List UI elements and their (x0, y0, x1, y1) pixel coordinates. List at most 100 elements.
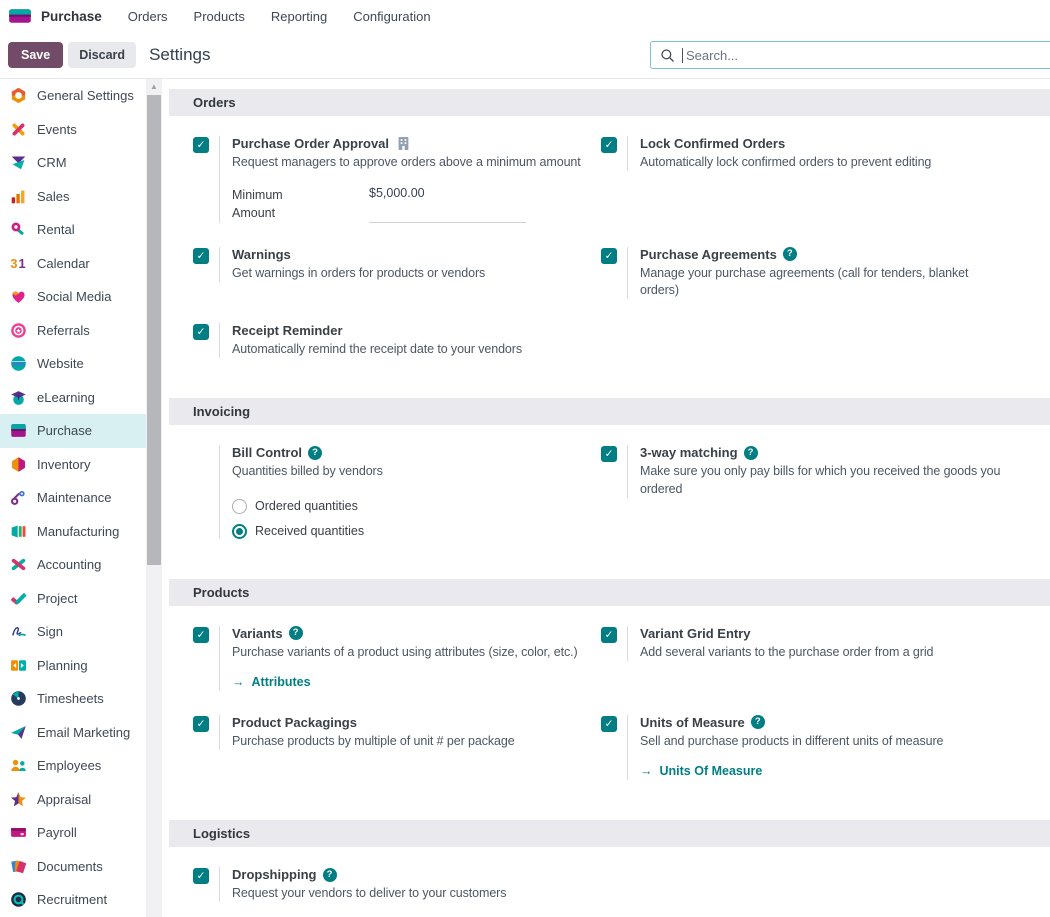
sidebar-item-planning[interactable]: Planning (0, 649, 146, 683)
sidebar-scrollbar[interactable]: ▲ (146, 79, 162, 917)
sidebar-item-events[interactable]: Events (0, 113, 146, 147)
attributes-link[interactable]: → Attributes (232, 675, 311, 689)
sidebar-item-email-marketing[interactable]: Email Marketing (0, 716, 146, 750)
minimum-amount-label: Minimum Amount (232, 186, 312, 222)
sales-icon (10, 188, 27, 205)
checkbox-units-of-measure[interactable]: ✓ (601, 716, 617, 732)
email-marketing-icon (10, 724, 27, 741)
sidebar-item-sign[interactable]: Sign (0, 615, 146, 649)
control-bar: Save Discard Settings Search... (0, 32, 1050, 78)
sidebar-item-maintenance[interactable]: Maintenance (0, 481, 146, 515)
elearning-icon (10, 389, 27, 406)
sidebar-item-social-media[interactable]: Social Media (0, 280, 146, 314)
sidebar-item-website[interactable]: Website (0, 347, 146, 381)
sidebar-item-label: Employees (37, 758, 101, 773)
setting-title: Lock Confirmed Orders (640, 136, 785, 151)
appraisal-icon (10, 791, 27, 808)
checkbox-3-way-matching[interactable]: ✓ (601, 446, 617, 462)
radio-label: Ordered quantities (255, 499, 358, 513)
sidebar-item-recruitment[interactable]: Recruitment (0, 883, 146, 917)
sidebar-item-general-settings[interactable]: General Settings (0, 79, 146, 113)
sidebar-item-label: Sales (37, 189, 70, 204)
checkbox-variant-grid-entry[interactable]: ✓ (601, 627, 617, 643)
sidebar-item-rental[interactable]: Rental (0, 213, 146, 247)
setting-desc: Automatically lock confirmed orders to p… (640, 154, 1032, 171)
radio-button-icon[interactable] (232, 524, 247, 539)
scrollbar-thumb[interactable] (147, 95, 161, 565)
sidebar-item-project[interactable]: Project (0, 582, 146, 616)
minimum-amount-input[interactable]: $5,000.00 (369, 186, 526, 222)
section-header-orders: Orders (169, 89, 1050, 116)
sidebar-item-label: Purchase (37, 423, 92, 438)
rental-icon (10, 221, 27, 238)
menu-reporting[interactable]: Reporting (271, 9, 327, 24)
checkbox-purchase-order-approval[interactable]: ✓ (193, 137, 209, 153)
sidebar-item-label: Inventory (37, 457, 90, 472)
website-icon (10, 355, 27, 372)
text-caret (682, 48, 683, 63)
documents-icon (10, 858, 27, 875)
setting-product-packagings: ✓ Product Packagings Purchase products b… (193, 715, 601, 780)
setting-dropshipping: ✓ Dropshipping ? Request your vendors to… (193, 867, 601, 902)
sidebar-item-employees[interactable]: Employees (0, 749, 146, 783)
payroll-icon (10, 824, 27, 841)
search-input[interactable]: Search... (650, 41, 1050, 69)
sidebar-item-label: Recruitment (37, 892, 107, 907)
checkbox-receipt-reminder[interactable]: ✓ (193, 324, 209, 340)
social-media-icon (10, 288, 27, 305)
sidebar-item-label: Events (37, 122, 77, 137)
sidebar-item-referrals[interactable]: Referrals (0, 314, 146, 348)
checkbox-warnings[interactable]: ✓ (193, 248, 209, 264)
radio-received-quantities[interactable]: Received quantities (232, 524, 583, 539)
setting-receipt-reminder: ✓ Receipt Reminder Automatically remind … (193, 323, 601, 358)
crm-icon (10, 154, 27, 171)
radio-ordered-quantities[interactable]: Ordered quantities (232, 499, 583, 514)
setting-desc: Make sure you only pay bills for which y… (640, 463, 1025, 498)
scroll-up-icon[interactable]: ▲ (146, 79, 162, 94)
setting-units-of-measure: ✓ Units of Measure ? Sell and purchase p… (601, 715, 1050, 780)
section-header-products: Products (169, 579, 1050, 606)
sidebar-item-label: eLearning (37, 390, 95, 405)
inventory-icon (10, 456, 27, 473)
setting-title: Variant Grid Entry (640, 626, 751, 641)
sidebar-item-purchase[interactable]: Purchase (0, 414, 146, 448)
sidebar-item-label: CRM (37, 155, 67, 170)
radio-label: Received quantities (255, 524, 364, 538)
sidebar-item-documents[interactable]: Documents (0, 850, 146, 884)
checkbox-variants[interactable]: ✓ (193, 627, 209, 643)
setting-desc: Sell and purchase products in different … (640, 733, 1032, 750)
setting-title: Warnings (232, 247, 291, 262)
app-name: Purchase (41, 9, 102, 24)
units-of-measure-link[interactable]: → Units Of Measure (640, 764, 762, 778)
radio-button-icon[interactable] (232, 499, 247, 514)
checkbox-lock-confirmed-orders[interactable]: ✓ (601, 137, 617, 153)
sidebar-item-label: Referrals (37, 323, 90, 338)
menu-products[interactable]: Products (194, 9, 245, 24)
checkbox-purchase-agreements[interactable]: ✓ (601, 248, 617, 264)
save-button[interactable]: Save (8, 42, 63, 68)
setting-desc: Manage your purchase agreements (call fo… (640, 265, 1002, 300)
setting-desc: Quantities billed by vendors (232, 463, 583, 480)
discard-button[interactable]: Discard (68, 42, 136, 68)
sidebar-item-crm[interactable]: CRM (0, 146, 146, 180)
orders-settings: ✓ Purchase Order Approval Request manage… (169, 136, 1050, 358)
sidebar-item-inventory[interactable]: Inventory (0, 448, 146, 482)
top-nav: Purchase Orders Products Reporting Confi… (0, 0, 1050, 32)
checkbox-dropshipping[interactable]: ✓ (193, 868, 209, 884)
recruitment-icon (10, 891, 27, 908)
invoicing-settings: Bill Control ? Quantities billed by vend… (169, 445, 1050, 538)
checkbox-product-packagings[interactable]: ✓ (193, 716, 209, 732)
sidebar-item-manufacturing[interactable]: Manufacturing (0, 515, 146, 549)
products-settings: ✓ Variants ? Purchase variants of a prod… (169, 626, 1050, 781)
menu-orders[interactable]: Orders (128, 9, 168, 24)
sidebar-item-payroll[interactable]: Payroll (0, 816, 146, 850)
sidebar-item-appraisal[interactable]: Appraisal (0, 783, 146, 817)
sidebar-item-timesheets[interactable]: Timesheets (0, 682, 146, 716)
menu-configuration[interactable]: Configuration (353, 9, 430, 24)
sidebar-item-elearning[interactable]: eLearning (0, 381, 146, 415)
setting-warnings: ✓ Warnings Get warnings in orders for pr… (193, 247, 601, 300)
sidebar-item-accounting[interactable]: Accounting (0, 548, 146, 582)
sidebar-item-calendar[interactable]: 31Calendar (0, 247, 146, 281)
sidebar-item-sales[interactable]: Sales (0, 180, 146, 214)
app-switcher[interactable]: Purchase (8, 7, 102, 25)
